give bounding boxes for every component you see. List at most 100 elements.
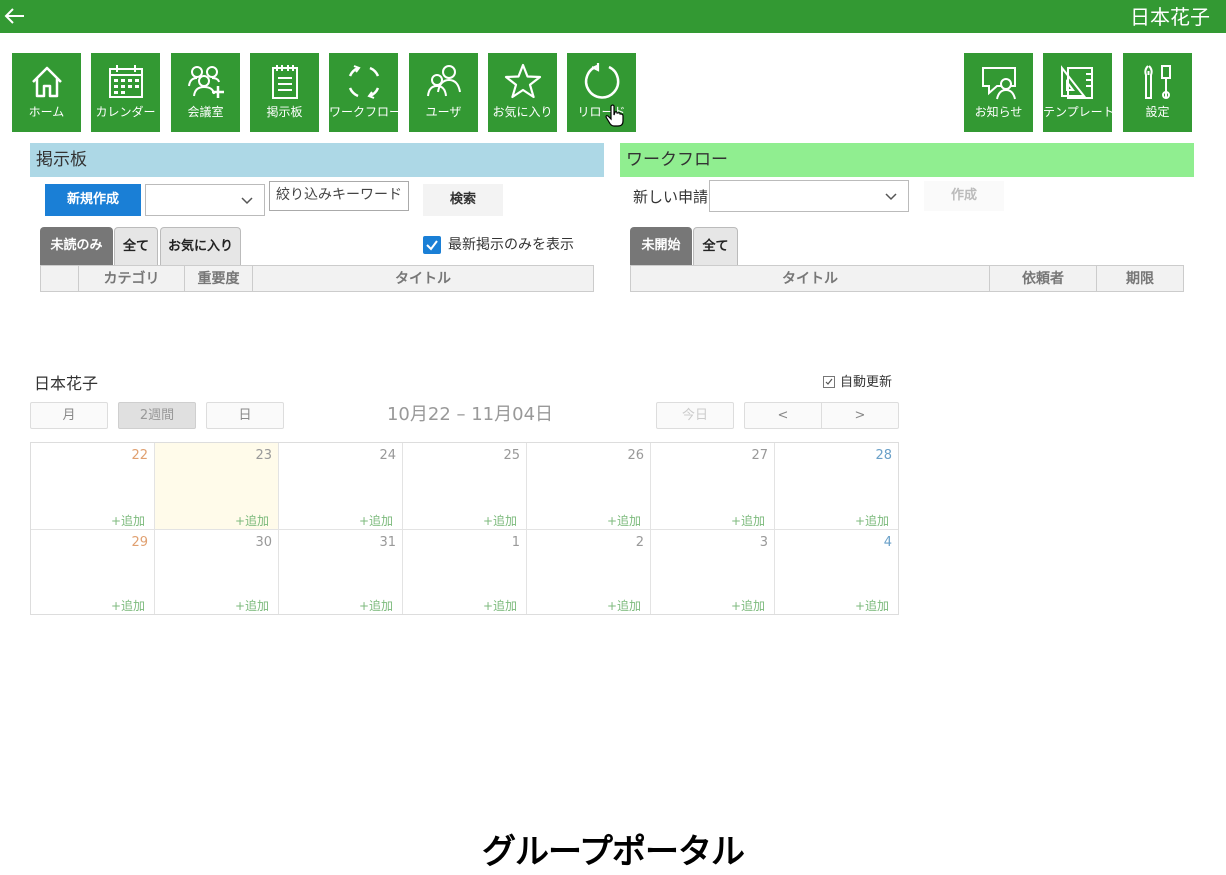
calendar-day-cell[interactable]: 2 +追加 [527,530,651,614]
tile-label: お気に入り [492,105,553,119]
calendar-day-cell[interactable]: 27 +追加 [651,443,775,530]
calendar-day-cell[interactable]: 26 +追加 [527,443,651,530]
day-number: 23 [255,448,272,463]
new-post-button[interactable]: 新規作成 [45,184,141,216]
calendar-day-cell[interactable]: 1 +追加 [403,530,527,614]
tile-home[interactable]: ホーム [12,53,81,132]
chevron-down-icon [241,197,253,205]
tile-label: テンプレート [1043,105,1115,119]
tile-label: ユーザ [425,105,462,119]
search-button[interactable]: 検索 [423,184,503,216]
bulletin-board-icon [271,65,298,99]
bulletin-table-header: カテゴリ 重要度 タイトル [40,265,594,292]
page-caption: グループポータル [482,832,745,872]
latest-only-checkbox[interactable] [423,236,441,254]
tile-settings[interactable]: 設定 [1123,53,1192,132]
calendar-day-cell[interactable]: 28 +追加 [775,443,898,530]
tab-all-posts[interactable]: 全て [114,227,158,265]
day-number: 24 [379,448,396,463]
top-bar [0,0,1226,33]
day-number: 1 [511,535,520,550]
add-event-link[interactable]: +追加 [359,512,393,529]
column-header-title[interactable]: タイトル [631,266,990,291]
settings-icon [1143,65,1171,99]
column-header-requester[interactable]: 依頼者 [990,266,1097,291]
column-header-title[interactable]: タイトル [253,266,593,291]
day-number: 2 [635,535,644,550]
checkmark-icon [825,378,833,385]
add-event-link[interactable]: +追加 [359,597,393,614]
view-day-button[interactable]: 日 [206,402,284,429]
hand-cursor-icon [605,104,624,127]
request-type-select[interactable] [709,180,909,212]
tile-templates[interactable]: テンプレート [1043,53,1115,132]
category-select[interactable] [145,184,265,216]
day-number: 25 [503,448,520,463]
tile-label: ワークフロー [329,105,402,119]
column-header-importance[interactable]: 重要度 [185,266,253,291]
add-event-link[interactable]: +追加 [607,597,641,614]
checkmark-icon [426,240,438,251]
tile-label: 掲示板 [266,105,303,119]
workflow-icon [348,65,379,99]
auto-update-checkbox[interactable] [823,376,835,388]
view-month-button[interactable]: 月 [30,402,108,429]
add-event-link[interactable]: +追加 [111,597,145,614]
users-icon [426,65,461,97]
tab-favorite-posts[interactable]: お気に入り [160,227,241,265]
previous-period-button[interactable]: < [744,402,822,429]
day-number: 26 [627,448,644,463]
calendar-day-cell[interactable]: 25 +追加 [403,443,527,530]
keyword-filter-input[interactable]: 絞り込みキーワード [269,181,409,211]
calendar-day-cell[interactable]: 4 +追加 [775,530,898,614]
calendar-range-title: 10月22 – 11月04日 [386,404,554,425]
tile-label: 設定 [1145,105,1170,119]
tile-workflow[interactable]: ワークフロー [329,53,402,132]
back-arrow-icon[interactable] [2,3,28,29]
meeting-room-icon [187,66,224,98]
calendar-day-cell[interactable]: 22 +追加 [31,443,155,530]
day-number: 28 [875,448,892,463]
tab-not-started[interactable]: 未開始 [630,227,692,265]
day-number: 3 [759,535,768,550]
today-button[interactable]: 今日 [656,402,734,429]
add-event-link[interactable]: +追加 [483,597,517,614]
tile-favorites[interactable]: お気に入り [488,53,557,132]
tile-bulletin-board[interactable]: 掲示板 [250,53,319,132]
column-header-category[interactable]: カテゴリ [79,266,185,291]
tile-meeting-room[interactable]: 会議室 [171,53,240,132]
calendar-day-cell[interactable]: 3 +追加 [651,530,775,614]
tile-label: リロード [577,105,626,119]
create-request-button[interactable]: 作成 [924,181,1004,211]
add-event-link[interactable]: +追加 [855,597,889,614]
tile-label: お知らせ [974,105,1023,119]
tab-unread-only[interactable]: 未読のみ [40,227,113,265]
workflow-panel-title: ワークフロー [620,143,1194,177]
add-event-link[interactable]: +追加 [607,512,641,529]
next-period-button[interactable]: > [821,402,899,429]
day-number: 31 [379,535,396,550]
calendar-day-cell[interactable]: 29 +追加 [31,530,155,614]
calendar-day-cell[interactable]: 31 +追加 [279,530,403,614]
day-number: 22 [131,448,148,463]
tile-reload[interactable]: リロード [567,53,636,132]
add-event-link[interactable]: +追加 [855,512,889,529]
tile-calendar[interactable]: カレンダー [91,53,160,132]
add-event-link[interactable]: +追加 [731,512,765,529]
calendar-owner-name: 日本花子 [34,374,99,393]
tile-users[interactable]: ユーザ [409,53,478,132]
tile-notices[interactable]: お知らせ [964,53,1033,132]
calendar-day-cell[interactable]: 30 +追加 [155,530,279,614]
calendar-day-cell[interactable]: 24 +追加 [279,443,403,530]
add-event-link[interactable]: +追加 [731,597,765,614]
add-event-link[interactable]: +追加 [483,512,517,529]
workflow-table-header: タイトル 依頼者 期限 [630,265,1184,292]
column-header-deadline[interactable]: 期限 [1097,266,1183,291]
view-two-weeks-button[interactable]: 2週間 [118,402,196,429]
add-event-link[interactable]: +追加 [235,597,269,614]
add-event-link[interactable]: +追加 [235,512,269,529]
add-event-link[interactable]: +追加 [111,512,145,529]
day-number: 4 [883,535,892,550]
calendar-day-cell-today[interactable]: 23 +追加 [155,443,279,530]
tab-all-workflows[interactable]: 全て [693,227,738,265]
